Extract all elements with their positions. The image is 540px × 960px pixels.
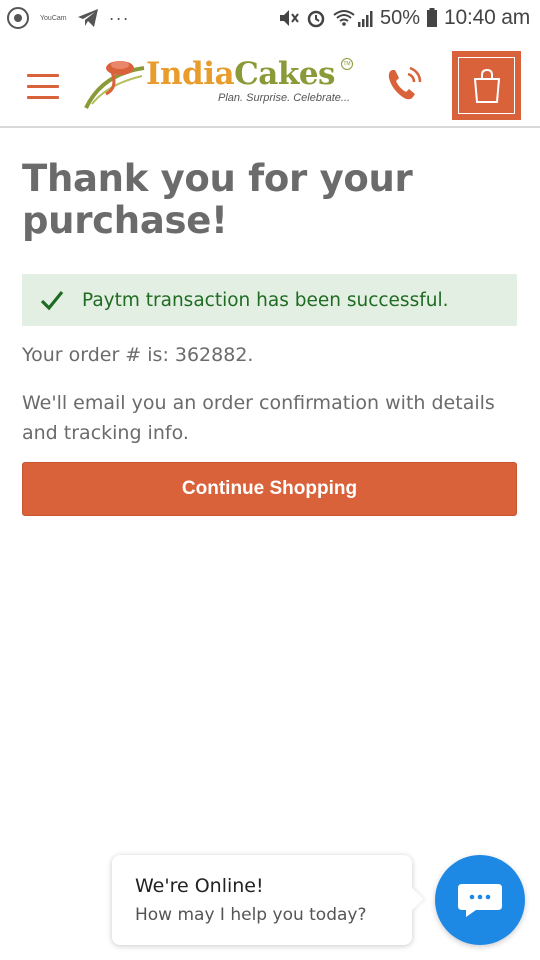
status-bar: YouCam ··· 50% 10:40 am [0,0,540,36]
notification-app-label: YouCam [40,14,67,22]
chat-subtitle: How may I help you today? [135,905,367,925]
wifi-signal-icon [333,10,373,27]
menu-icon[interactable] [27,74,59,100]
status-left: YouCam ··· [6,6,130,30]
telegram-icon [77,9,98,27]
confirmation-note: We'll email you an order confirmation wi… [22,392,495,444]
page-title: Thank you for your purchase! [22,157,413,242]
youcam-icon [7,7,29,29]
battery-icon [427,8,438,27]
shopping-bag-icon [473,68,500,103]
alarm-icon [307,10,325,28]
logo-india-text: India [146,56,235,92]
site-header: IndiaCakes TM Plan. Surprise. Celebrate.… [0,36,540,128]
cart-button[interactable] [452,51,521,120]
mute-icon [280,10,299,26]
phone-call-icon[interactable] [384,64,424,104]
indiacakes-logo[interactable]: IndiaCakes TM Plan. Surprise. Celebrate.… [82,54,362,116]
order-number-text: Your order # is: 362882. [22,344,254,366]
chat-icon [458,884,502,917]
battery-percent: 50% [380,6,421,29]
logo-swirl-icon [84,61,145,109]
continue-shopping-button[interactable]: Continue Shopping [22,462,517,516]
cart-frame [458,57,515,114]
alert-message: Paytm transaction has been successful. [82,289,449,311]
clock: 10:40 am [444,6,530,29]
chat-greeting-bubble[interactable]: We're Online! How may I help you today? [112,855,412,945]
chat-launcher-button[interactable] [435,855,525,945]
status-right: 50% 10:40 am [278,6,530,30]
logo-tagline: Plan. Surprise. Celebrate... [218,92,351,104]
chat-title: We're Online! [135,875,264,897]
more-notifications-dots: ··· [108,7,130,28]
checkmark-icon [40,290,64,311]
logo-wordmark: IndiaCakes [146,56,335,92]
logo-trademark: TM [341,58,353,70]
success-alert: Paytm transaction has been successful. [22,274,517,326]
logo-cakes-text: Cakes [234,56,335,92]
